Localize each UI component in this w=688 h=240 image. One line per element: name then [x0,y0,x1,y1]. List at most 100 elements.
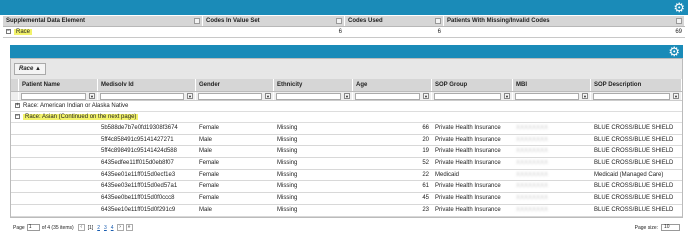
filter-input-sop-group[interactable] [434,93,501,100]
cell-gender: Male [199,148,213,155]
col-mbi[interactable]: MBI [513,79,591,91]
cell-gender: Female [199,160,220,167]
summary-header-codes-used[interactable]: Codes Used [345,16,444,26]
table-row[interactable]: 6435ee10e11ff015d0f291c9 Male Missing 23 Pri… [11,205,682,217]
page-link-4[interactable]: 4 [111,225,114,231]
page-link-2[interactable]: 2 [97,225,100,231]
collapse-icon[interactable]: − [6,29,11,34]
expand-icon[interactable]: + [15,103,20,108]
summary-header-element[interactable]: Supplemental Data Element [3,16,203,26]
cell-sop-description: BLUE CROSS/BLUE SHIELD [594,125,674,131]
collapse-icon[interactable]: − [15,114,20,119]
gear-icon[interactable]: ⚙ [668,45,680,58]
summary-header-patients-missing[interactable]: Patients With Missing/Invalid Codes [444,16,685,26]
summary-table: Supplemental Data Element Codes In Value… [3,16,685,38]
group-row-asian[interactable]: − Race: Asian (Continued on the next page… [11,112,682,123]
filter-icon[interactable]: ▼ [89,93,95,99]
page-size-select[interactable]: 10 [661,224,680,231]
gear-icon[interactable]: ⚙ [673,1,685,14]
summary-element-value: Race [14,29,33,36]
table-row[interactable]: 5ff4c858491c95141427271 Male Missing 20 Priv… [11,135,682,147]
column-menu-icon[interactable] [435,18,441,24]
page-link-3[interactable]: 3 [104,225,107,231]
col-age[interactable]: Age [353,79,432,91]
cell-age: 52 [422,160,429,167]
table-row[interactable]: 6435ee0be11ff015d0f0ccc8 Female Missing 45 P… [11,193,682,205]
cell-patient-name [19,158,98,169]
filter-icon[interactable]: ▼ [504,93,510,99]
filter-input-mbi[interactable] [515,93,579,100]
prev-page-icon[interactable]: ‹ [77,224,85,231]
cell-mbi: XXXXXXXX [516,183,549,190]
table-row[interactable]: 5ff4c898491c95141424d588 Male Missing 19 Pri… [11,146,682,159]
filter-input-age[interactable] [355,93,420,100]
filter-icon[interactable]: ▼ [265,93,271,99]
cell-age: 61 [422,183,429,190]
filter-icon[interactable]: ▼ [673,93,679,99]
filter-input-medisolv-id[interactable] [100,93,184,100]
filter-input-sop-description[interactable] [593,93,670,100]
filter-icon[interactable]: ▼ [187,93,193,99]
col-sop-group[interactable]: SOP Group [432,79,513,91]
all-pages-icon[interactable]: » [125,224,133,231]
top-toolbar: ⚙ [0,0,688,15]
cell-age: 20 [422,136,429,143]
summary-header-codes-in-value-set[interactable]: Codes In Value Set [203,16,345,26]
cell-sop-description: BLUE CROSS/BLUE SHIELD [594,206,674,213]
summary-patients-missing[interactable]: 69 [444,27,685,37]
page-size-label: Page size: [634,224,658,231]
cell-mbi: XXXXXXXX [516,136,549,143]
cell-medisolv-id: 6435ee03e11ff015d0ed57a1 [101,183,178,190]
column-menu-icon[interactable] [194,18,200,24]
cell-medisolv-id: 6435ee01e11ff015d0ecf1e3 [101,171,176,178]
cell-sop-group: Private Health Insurance [435,160,501,167]
cell-sop-group: Medicaid [435,171,460,178]
table-row[interactable]: 5b588de7b7e0fd19308f3674 Female Missing 66 P… [11,123,682,135]
cell-sop-group: Private Health Insurance [435,125,501,131]
summary-codes-in-value-set: 6 [338,29,342,35]
cell-gender: Male [199,136,213,143]
page-count-text: of 4 (35 items) [41,224,74,231]
summary-codes-used: 6 [437,29,441,35]
cell-patient-name [19,146,98,157]
cell-sop-group: Private Health Insurance [435,206,501,213]
col-gender[interactable]: Gender [196,79,274,91]
detail-grid: Race ▲ Patient Name Medisolv Id Gender E… [10,58,683,218]
column-menu-icon[interactable] [336,18,342,24]
cell-sop-description: BLUE CROSS/BLUE SHIELD [594,148,674,155]
cell-sop-description: BLUE CROSS/BLUE SHIELD [594,136,674,143]
col-sop-description[interactable]: SOP Description [591,79,682,91]
cell-patient-name [19,193,98,204]
summary-row[interactable]: − Race 6 6 69 [3,27,685,38]
filter-row: ▼ ▼ ▼ ▼ ▼ ▼ ▼ ▼ [11,92,682,101]
table-row[interactable]: 6435edfee11ff015d0eb8f07 Female Missing 52 P… [11,158,682,170]
page-input[interactable]: 1 [26,224,40,231]
col-patient-name[interactable]: Patient Name [19,79,98,91]
table-row[interactable]: 6435ee01e11ff015d0ecf1e3 Female Missing 22 M… [11,170,682,182]
cell-mbi: XXXXXXXX [516,195,549,202]
cell-ethnicity: Missing [277,195,298,202]
cell-mbi: XXXXXXXX [516,125,549,131]
cell-sop-group: Private Health Insurance [435,148,501,155]
cell-ethnicity: Missing [277,125,298,131]
group-chip-race[interactable]: Race ▲ [14,63,46,75]
table-row[interactable]: 6435ee03e11ff015d0ed57a1 Female Missing 61 P… [11,181,682,194]
col-medisolv-id[interactable]: Medisolv Id [98,79,196,91]
cell-patient-name [19,135,98,146]
filter-icon[interactable]: ▼ [423,93,429,99]
cell-gender: Female [199,183,220,190]
cell-gender: Female [199,125,220,131]
cell-gender: Female [199,171,220,178]
filter-input-gender[interactable] [198,93,262,100]
group-panel: Race ▲ [11,59,682,79]
filter-icon[interactable]: ▼ [582,93,588,99]
filter-input-ethnicity[interactable] [276,93,341,100]
column-menu-icon[interactable] [676,18,682,24]
next-page-icon[interactable]: › [116,224,124,231]
col-ethnicity[interactable]: Ethnicity [274,79,353,91]
group-row-american-indian[interactable]: + Race: American Indian or Alaska Native [11,101,682,112]
filter-input-patient-name[interactable] [21,93,86,100]
cell-mbi: XXXXXXXX [516,148,549,155]
cell-gender: Male [199,206,213,213]
filter-icon[interactable]: ▼ [344,93,350,99]
